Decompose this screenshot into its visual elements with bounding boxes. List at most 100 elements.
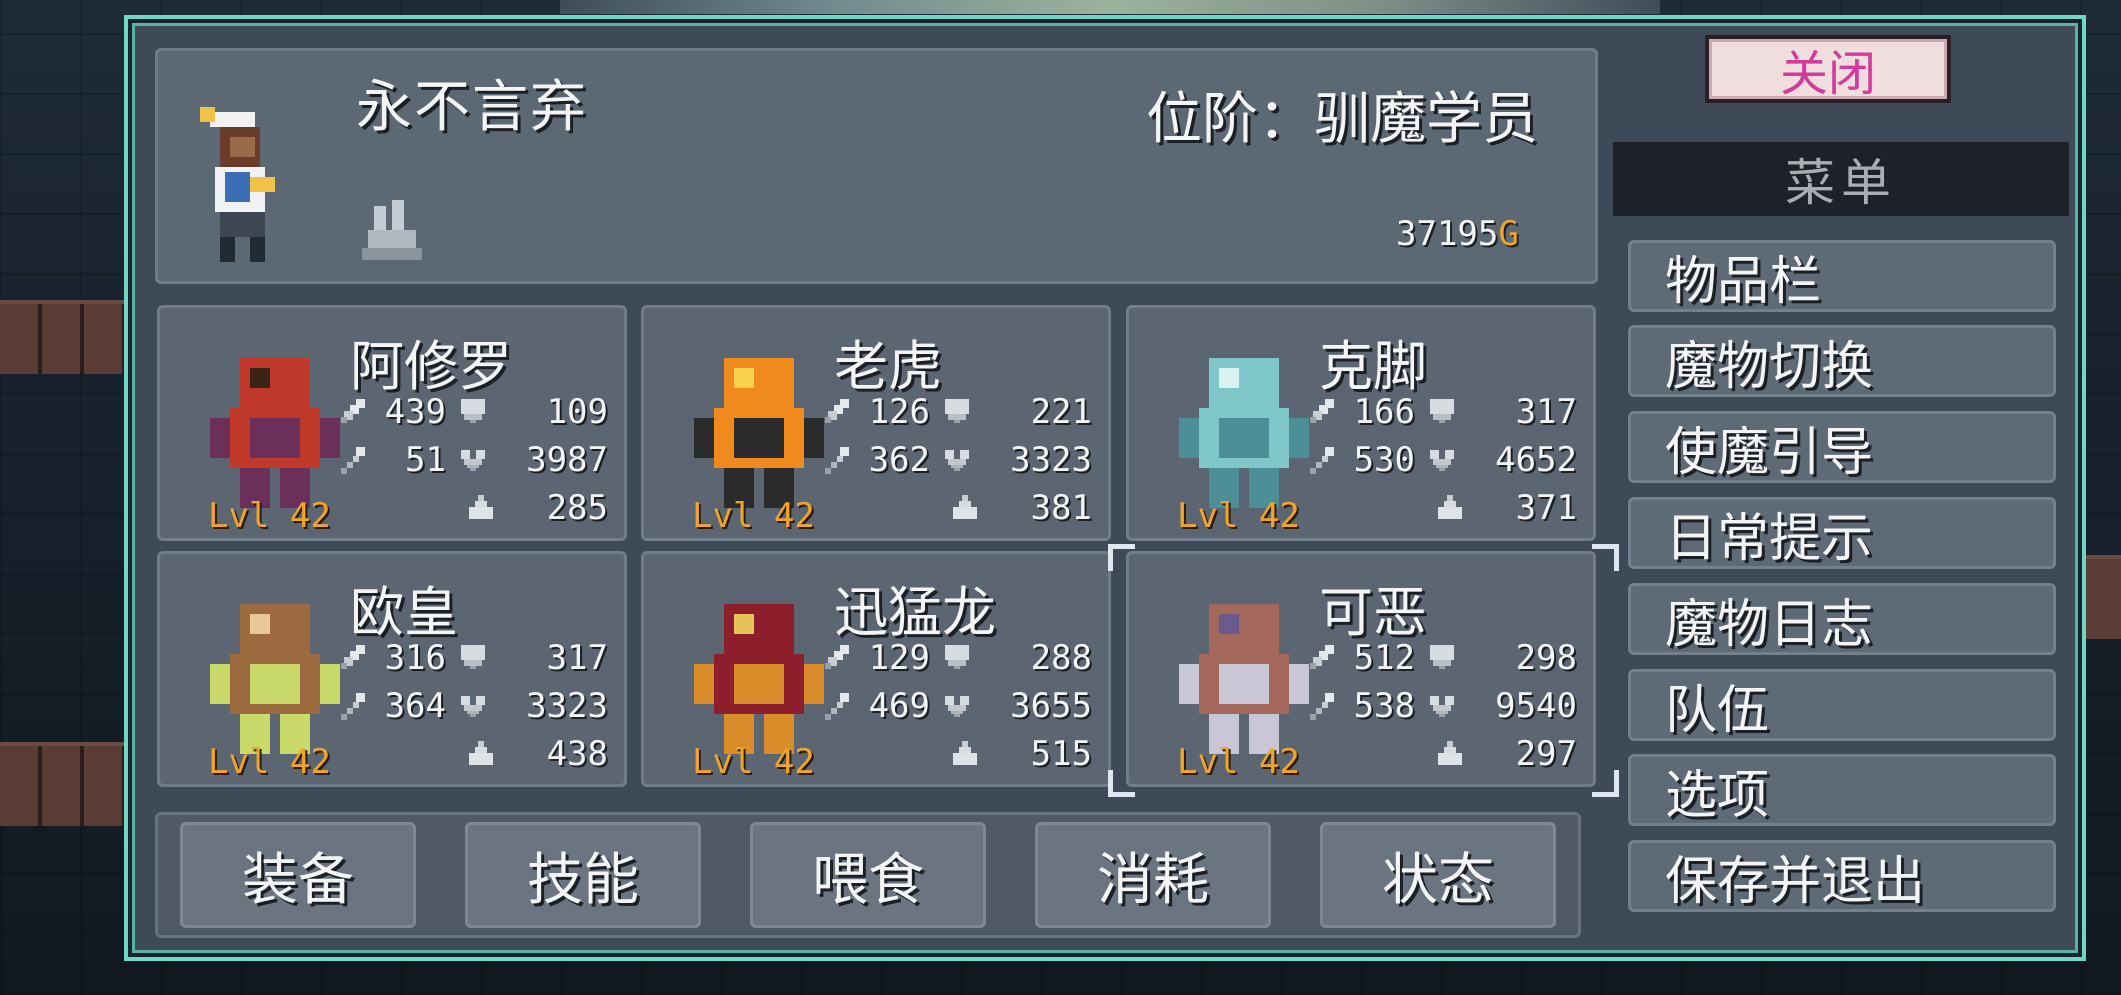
pouch-icon	[466, 738, 496, 768]
shield-icon	[458, 642, 488, 672]
sword-icon	[1307, 642, 1337, 672]
sword-icon	[338, 396, 368, 426]
skills-button[interactable]: 技能	[465, 822, 701, 928]
sword-icon	[338, 642, 368, 672]
selection-corner-tl	[1108, 544, 1135, 571]
mana-value: 285	[546, 488, 608, 528]
health-value: 3987	[526, 440, 608, 480]
selection-corner-bl	[1108, 770, 1135, 797]
heart-icon	[458, 444, 488, 474]
defense-value: 288	[1030, 638, 1092, 678]
defense-value: 317	[1515, 392, 1577, 432]
consume-button[interactable]: 消耗	[1035, 822, 1271, 928]
gold-amount: 37195	[1396, 214, 1499, 254]
sword-icon	[822, 396, 852, 426]
magic-value: 364	[384, 686, 446, 726]
shield-icon	[1427, 642, 1457, 672]
health-value: 4652	[1495, 440, 1577, 480]
menu-item-save-and-quit[interactable]: 保存并退出	[1628, 840, 2056, 912]
health-value: 3323	[1010, 440, 1092, 480]
status-button[interactable]: 状态	[1320, 822, 1556, 928]
health-value: 3655	[1010, 686, 1092, 726]
menu-title: 菜单	[1613, 142, 2069, 216]
monster-card-ouhuang[interactable]: 欧皇 316 317 364 3323 438 Lvl 42	[157, 551, 627, 787]
menu-item-options[interactable]: 选项	[1628, 754, 2056, 826]
monster-name: 克脚	[1319, 335, 1427, 398]
level-label: Lvl 42	[208, 742, 331, 782]
gold-counter: 37195G	[1396, 214, 1519, 254]
pouch-icon	[950, 492, 980, 522]
monster-name: 可恶	[1319, 581, 1427, 644]
menu-item-inventory[interactable]: 物品栏	[1628, 240, 2056, 312]
menu-item-monster-switch[interactable]: 魔物切换	[1628, 325, 2056, 397]
defense-value: 317	[546, 638, 608, 678]
menu-item-familiar-guide[interactable]: 使魔引导	[1628, 411, 2056, 483]
rank-value: 驯魔学员	[1314, 87, 1538, 152]
monster-card-raptor[interactable]: 迅猛龙 129 288 469 3655 515 Lvl 42	[641, 551, 1111, 787]
sword-icon	[1307, 396, 1337, 426]
mana-value: 515	[1030, 734, 1092, 774]
monster-card-tiger[interactable]: 老虎 126 221 362 3323 381 Lvl 42	[641, 305, 1111, 541]
heart-icon	[942, 444, 972, 474]
menu-item-monster-journal[interactable]: 魔物日志	[1628, 583, 2056, 655]
monster-name: 老虎	[834, 335, 942, 398]
monster-card-kejiao[interactable]: 克脚 166 317 530 4652 371 Lvl 42	[1126, 305, 1596, 541]
monster-name: 迅猛龙	[834, 581, 996, 644]
attack-value: 316	[384, 638, 446, 678]
shield-icon	[942, 396, 972, 426]
background-bricks-left-lower	[0, 742, 124, 826]
menu-item-daily-tips[interactable]: 日常提示	[1628, 497, 2056, 569]
selection-corner-tr	[1592, 544, 1619, 571]
monster-name: 阿修罗	[350, 335, 512, 398]
mana-value: 381	[1030, 488, 1092, 528]
mana-value: 371	[1515, 488, 1577, 528]
boot-icon[interactable]	[356, 200, 428, 266]
monster-sprite	[210, 604, 340, 754]
level-label: Lvl 42	[1177, 496, 1300, 536]
close-button[interactable]: 关闭	[1705, 35, 1951, 103]
attack-value: 166	[1353, 392, 1415, 432]
mana-value: 438	[546, 734, 608, 774]
gold-icon: G	[1498, 214, 1519, 254]
attack-value: 439	[384, 392, 446, 432]
shield-icon	[458, 396, 488, 426]
magic-value: 538	[1353, 686, 1415, 726]
pouch-icon	[950, 738, 980, 768]
feed-button[interactable]: 喂食	[750, 822, 986, 928]
wand-icon	[1307, 690, 1337, 720]
magic-value: 362	[868, 440, 930, 480]
heart-icon	[1427, 444, 1457, 474]
defense-value: 221	[1030, 392, 1092, 432]
level-label: Lvl 42	[692, 496, 815, 536]
menu-item-party[interactable]: 队伍	[1628, 669, 2056, 741]
monster-sprite	[694, 604, 824, 754]
heart-icon	[942, 690, 972, 720]
background-sky-strip	[560, 0, 1660, 14]
health-value: 3323	[526, 686, 608, 726]
equip-button[interactable]: 装备	[180, 822, 416, 928]
mana-value: 297	[1515, 734, 1577, 774]
player-name: 永不言弃	[356, 75, 588, 140]
rank-label: 位阶：	[1146, 87, 1314, 152]
pouch-icon	[466, 492, 496, 522]
pouch-icon	[1435, 492, 1465, 522]
monster-card-kewu[interactable]: 可恶 512 298 538 9540 297 Lvl 42	[1126, 551, 1596, 787]
shield-icon	[942, 642, 972, 672]
monster-sprite	[694, 358, 824, 508]
magic-value: 469	[868, 686, 930, 726]
heart-icon	[458, 690, 488, 720]
monster-sprite	[1179, 604, 1309, 754]
sword-icon	[822, 642, 852, 672]
selection-corner-br	[1592, 770, 1619, 797]
level-label: Lvl 42	[208, 496, 331, 536]
wand-icon	[822, 444, 852, 474]
pouch-icon	[1435, 738, 1465, 768]
background-bricks-right	[2086, 555, 2121, 639]
wand-icon	[1307, 444, 1337, 474]
monster-sprite	[1179, 358, 1309, 508]
monster-card-asura[interactable]: 阿修罗 439 109 51 3987 285 Lvl 42	[157, 305, 627, 541]
attack-value: 512	[1353, 638, 1415, 678]
monster-sprite	[210, 358, 340, 508]
background-bricks-left-upper	[0, 300, 124, 374]
heart-icon	[1427, 690, 1457, 720]
